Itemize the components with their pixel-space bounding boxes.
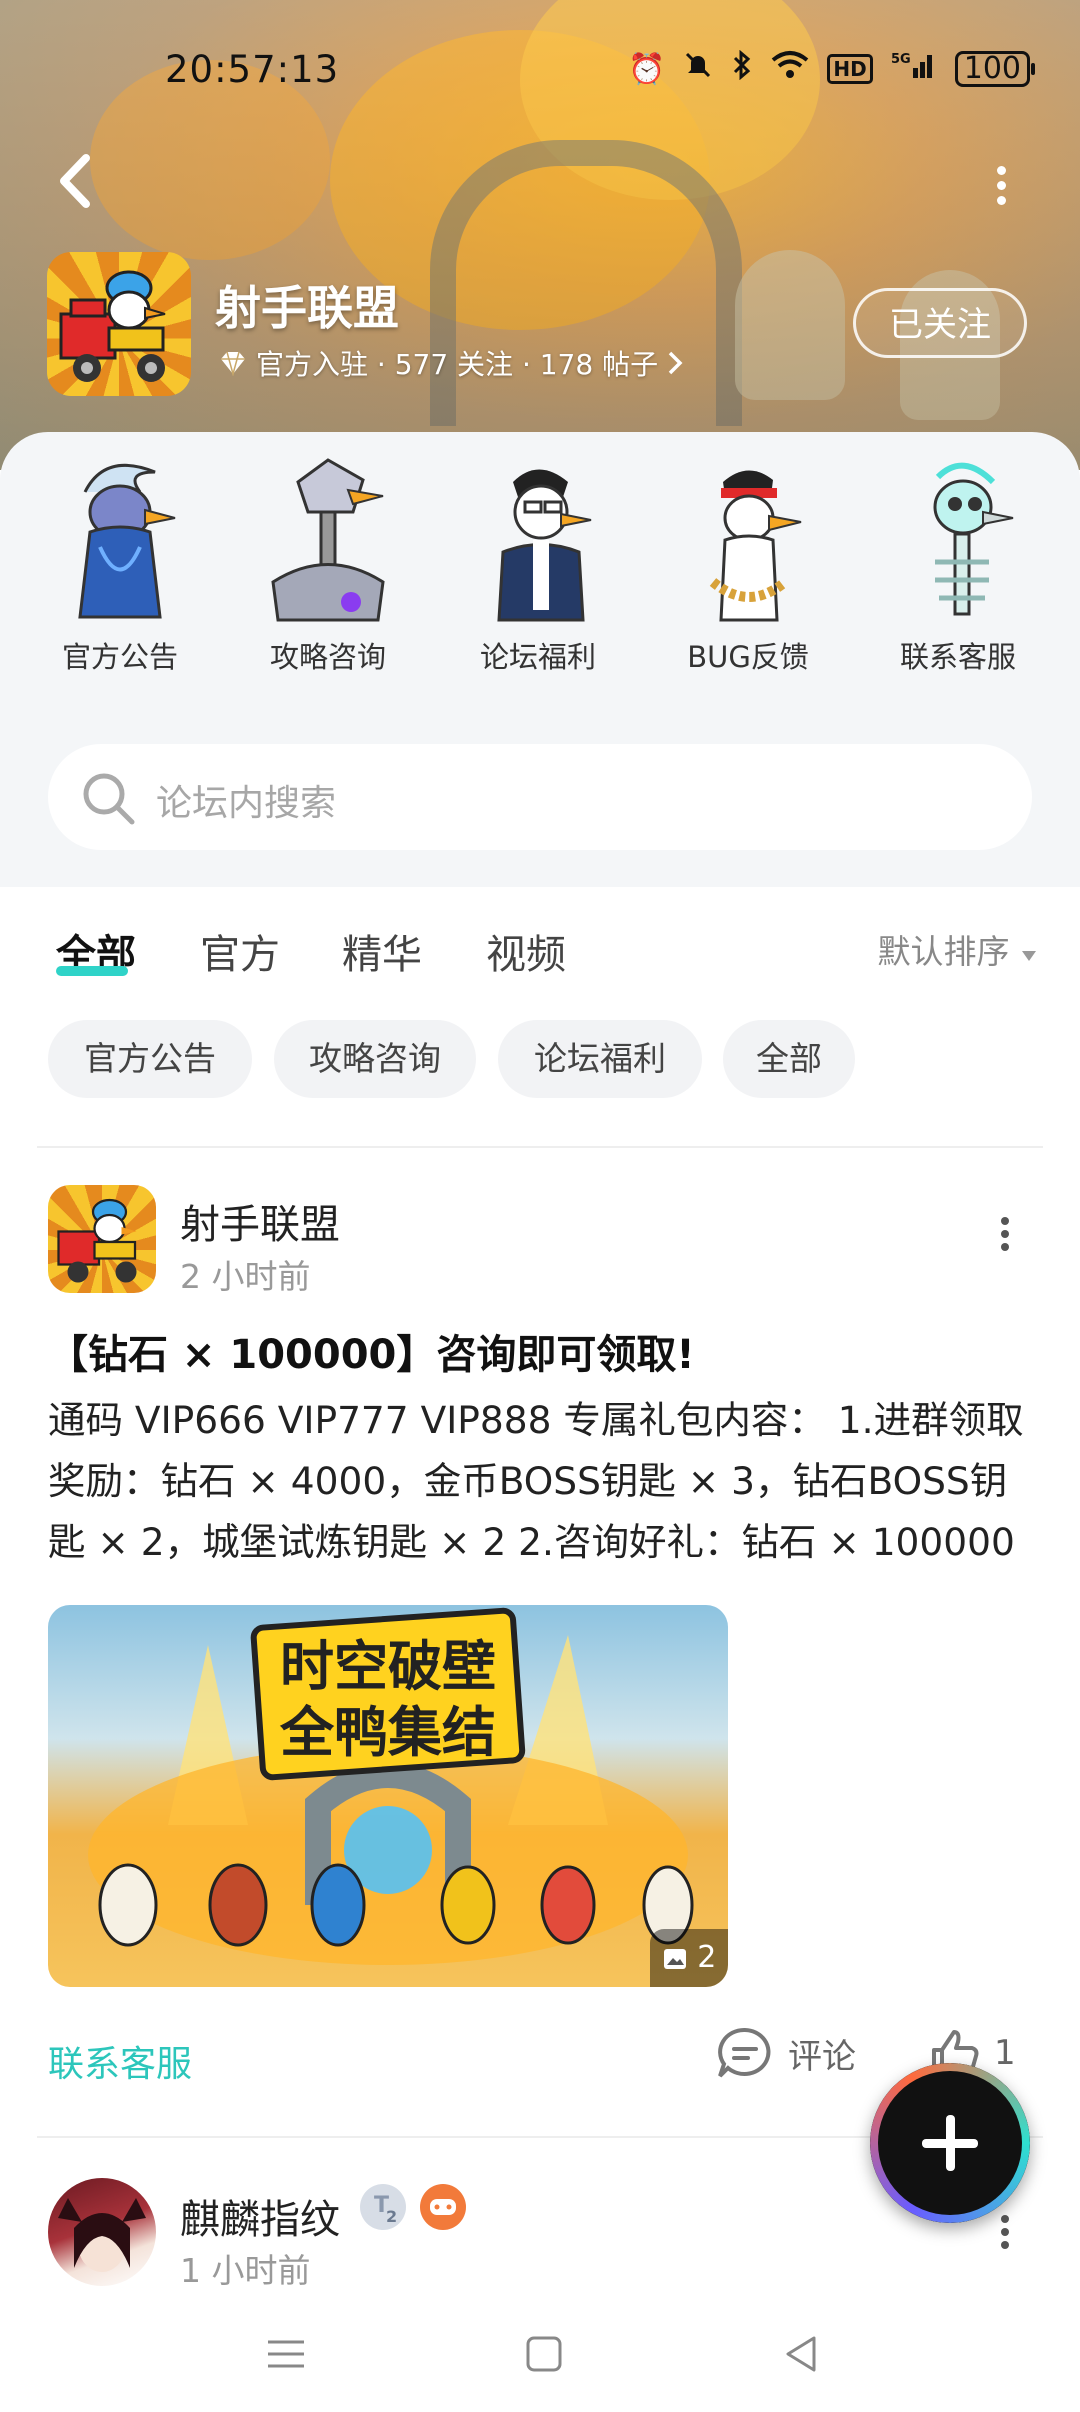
search-icon: [83, 773, 135, 825]
hd-icon: HD: [827, 54, 873, 84]
more-options-button[interactable]: [986, 160, 1016, 210]
comment-icon: [718, 2027, 771, 2078]
mute-icon: [683, 50, 713, 88]
status-bar: 20:57:13 ⏰ HD 5G 100: [0, 40, 1080, 100]
post-title[interactable]: 【钻石 × 100000】咨询即可领取!: [48, 1322, 695, 1380]
square-icon: [526, 2336, 562, 2372]
search-placeholder: 论坛内搜索: [156, 783, 337, 824]
post2-more-button[interactable]: [998, 2210, 1012, 2260]
chevron-right-icon: [668, 351, 683, 375]
post-author-name[interactable]: 射手联盟: [180, 1192, 340, 1250]
svg-text:5G: 5G: [891, 52, 911, 67]
post-image-banner-line2: 全鸭集结: [279, 1701, 496, 1764]
recent-apps-button[interactable]: [264, 2332, 308, 2376]
skeleton-duck-mascot-icon: [883, 452, 1033, 622]
chip-official-notice[interactable]: 官方公告: [48, 1020, 252, 1098]
post-more-button[interactable]: [998, 1212, 1012, 1262]
gamepad-badge-icon: [420, 2184, 466, 2230]
caret-down-icon: [1022, 951, 1036, 961]
triangle-back-icon: [786, 2336, 816, 2372]
tab-video[interactable]: 视频: [486, 922, 566, 980]
back-nav-button[interactable]: [780, 2332, 824, 2376]
wifi-icon: [771, 50, 809, 88]
level-number: 2: [386, 2207, 397, 2226]
diamond-icon: [221, 351, 245, 376]
robot-duck-mascot-icon: [253, 452, 403, 622]
post-timestamp: 2 小时前: [180, 1257, 311, 1296]
category-official-notice[interactable]: 官方公告: [20, 452, 220, 676]
category-bug-report[interactable]: BUG反馈: [648, 452, 848, 676]
rambo-duck-mascot-icon: [673, 452, 823, 622]
forum-search-bar[interactable]: 论坛内搜索: [48, 744, 1032, 850]
forum-logo: [47, 252, 191, 396]
chip-all[interactable]: 全部: [723, 1020, 855, 1098]
comment-label: 评论: [788, 2036, 856, 2077]
5g-signal-icon: 5G: [891, 50, 937, 88]
back-button[interactable]: [52, 150, 102, 212]
divider: [37, 1146, 1043, 1148]
category-customer-service[interactable]: 联系客服: [858, 452, 1058, 676]
post-image-banner-line1: 时空破壁: [280, 1635, 496, 1698]
post-image[interactable]: 时空破壁 全鸭集结 2: [48, 1605, 728, 1987]
category-label: BUG反馈: [687, 640, 809, 674]
forum-name: 射手联盟: [215, 281, 399, 335]
chevron-left-icon: [60, 154, 90, 208]
forum-meta-text: 官方入驻 · 577 关注 · 178 帖子: [256, 348, 659, 381]
active-tab-indicator: [56, 966, 128, 976]
post-filter-tabs: 全部 官方 精华 视频 默认排序: [0, 887, 1080, 1007]
post2-author-avatar[interactable]: [48, 2178, 156, 2286]
post-body[interactable]: 通码 VIP666 VIP777 VIP888 专属礼包内容： 1.进群领取奖励…: [48, 1390, 1038, 1573]
chip-strategy-consult[interactable]: 攻略咨询: [274, 1020, 476, 1098]
category-sheet: 官方公告 攻略咨询 论坛福利 BUG反馈 联系客服 论坛内搜索: [0, 432, 1080, 887]
sort-label: 默认排序: [877, 932, 1010, 971]
category-label: 官方公告: [61, 640, 178, 674]
create-post-button[interactable]: [870, 2063, 1030, 2223]
system-nav-bar: [0, 2290, 1080, 2412]
category-strategy-consult[interactable]: 攻略咨询: [228, 452, 428, 676]
businessman-duck-mascot-icon: [463, 452, 613, 622]
bluetooth-icon: [731, 49, 753, 88]
category-label: 论坛福利: [479, 640, 596, 674]
sort-dropdown[interactable]: 默认排序: [878, 925, 1039, 973]
blue-bird-mascot-icon: [45, 452, 195, 622]
category-forum-welfare[interactable]: 论坛福利: [438, 452, 638, 676]
category-label: 联系客服: [899, 640, 1016, 674]
chip-forum-welfare[interactable]: 论坛福利: [498, 1020, 702, 1098]
level-badge: T 2: [360, 2184, 406, 2230]
forum-meta[interactable]: 官方入驻 · 577 关注 · 178 帖子: [218, 343, 684, 383]
like-count: 1: [994, 2033, 1016, 2073]
menu-icon: [268, 2340, 304, 2368]
post2-author-name[interactable]: 麒麟指纹: [180, 2187, 340, 2245]
alarm-icon: ⏰: [628, 51, 666, 87]
comment-button[interactable]: 评论: [716, 2026, 856, 2080]
home-button[interactable]: [522, 2332, 566, 2376]
image-count: 2: [697, 1940, 717, 1975]
tab-featured[interactable]: 精华: [342, 922, 422, 980]
post-tag-link[interactable]: 联系客服: [48, 2035, 192, 2087]
post2-timestamp: 1 小时前: [180, 2251, 311, 2290]
tab-official[interactable]: 官方: [200, 922, 280, 980]
follow-button[interactable]: 已关注: [853, 288, 1027, 358]
category-label: 攻略咨询: [269, 640, 386, 674]
battery-indicator: 100: [954, 51, 1036, 87]
image-icon: [663, 1948, 686, 1969]
status-time: 20:57:13: [165, 48, 340, 91]
image-count-badge: 2: [650, 1929, 728, 1987]
post-author-avatar[interactable]: [48, 1185, 156, 1293]
